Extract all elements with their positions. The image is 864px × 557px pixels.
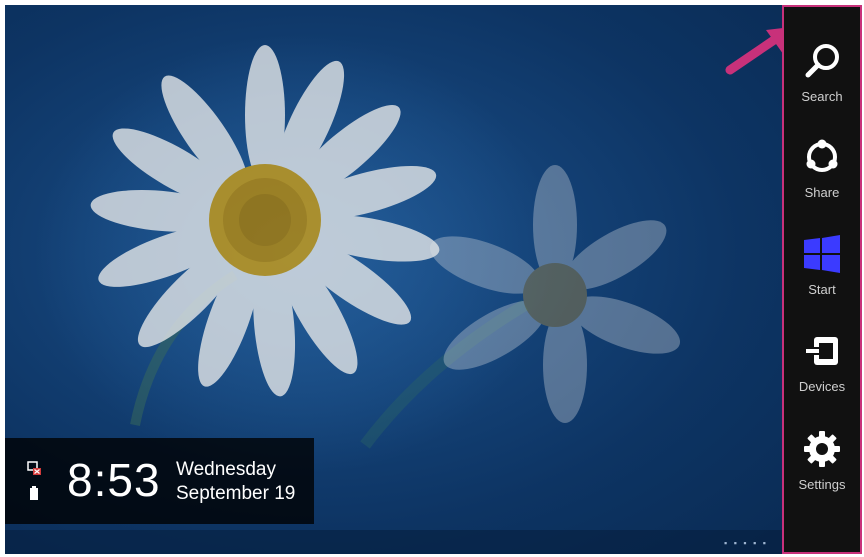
charm-start-label: Start [808, 282, 836, 297]
charm-share[interactable]: Share [784, 115, 860, 207]
search-icon [805, 44, 839, 78]
clock-date: September 19 [176, 483, 296, 504]
lock-screen-clock-panel: 8:53 Wednesday September 19 [5, 438, 314, 524]
charm-devices[interactable]: Devices [784, 309, 860, 401]
clock-day: Wednesday [176, 459, 276, 480]
devices-icon [806, 337, 838, 365]
windows-logo-icon [804, 235, 840, 273]
charm-start[interactable]: Start [784, 212, 860, 304]
tray-icons: ▪ ▪ ▪ ▪ ▪ [724, 538, 768, 548]
charm-devices-label: Devices [798, 379, 846, 394]
screenshot-frame: ▪ ▪ ▪ ▪ ▪ 8:53 Wednesday September 19 Se… [0, 0, 864, 557]
charm-settings[interactable]: Settings [784, 407, 860, 499]
status-icons [27, 461, 41, 500]
share-icon [806, 139, 838, 172]
charms-bar: Search Share Start Devices Settings [782, 5, 862, 554]
network-disconnected-icon [27, 461, 41, 475]
charm-search-label: Search [801, 89, 843, 104]
battery-icon [30, 486, 38, 500]
charm-search[interactable]: Search [784, 19, 860, 111]
gear-icon [804, 431, 840, 467]
charm-share-label: Share [804, 185, 840, 200]
clock-time: 8:53 [67, 454, 161, 506]
bottom-strip: ▪ ▪ ▪ ▪ ▪ [5, 530, 782, 554]
charm-settings-label: Settings [798, 477, 846, 492]
desktop-background: ▪ ▪ ▪ ▪ ▪ 8:53 Wednesday September 19 [5, 5, 782, 554]
